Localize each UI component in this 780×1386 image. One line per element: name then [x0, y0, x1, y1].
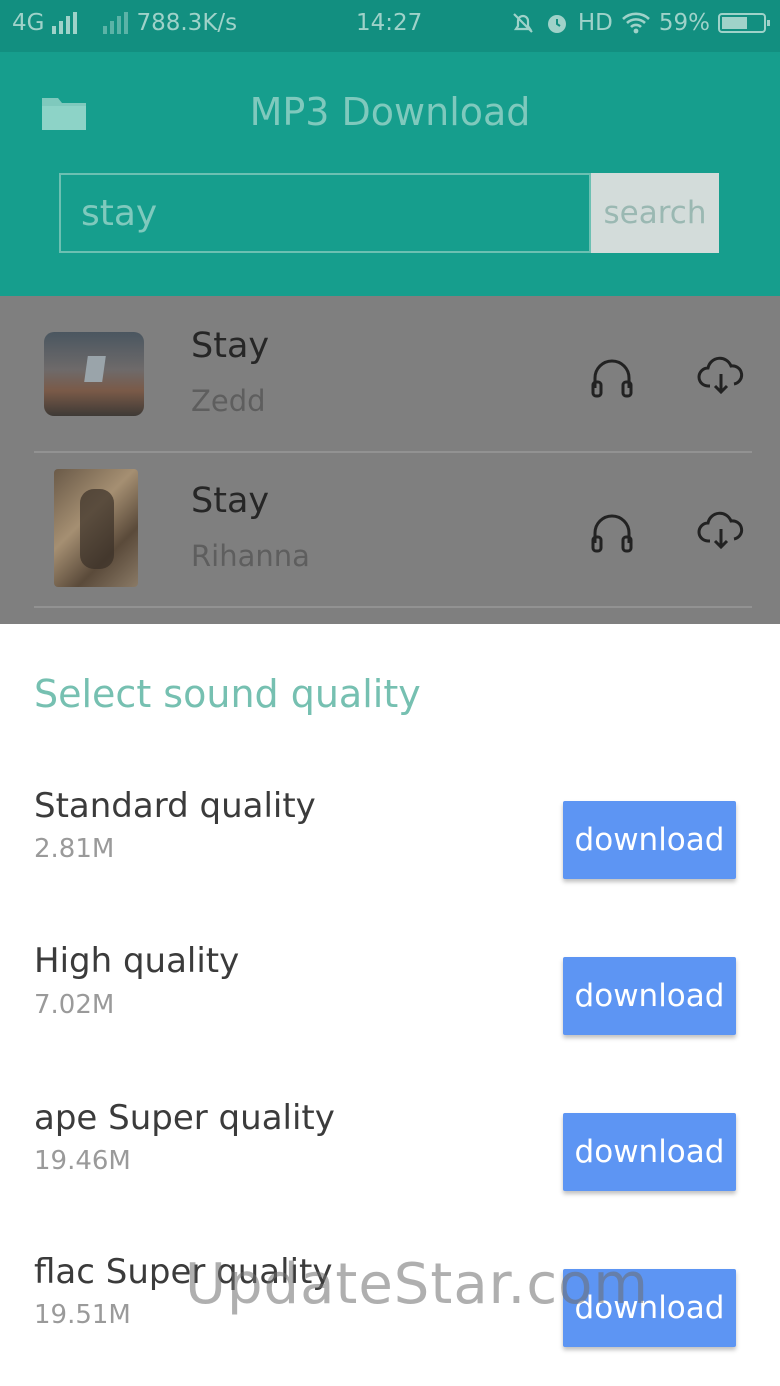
signal-icon-secondary	[103, 12, 129, 34]
silent-alarm-icon	[513, 13, 533, 33]
song-title: Stay	[191, 481, 270, 521]
watermark: UpdateStar.com	[185, 1252, 649, 1317]
search-input[interactable]	[61, 175, 589, 251]
cloud-download-icon[interactable]	[696, 350, 746, 400]
download-button-high[interactable]: download	[563, 957, 736, 1035]
network-speed: 788.3K/s	[136, 10, 238, 36]
song-artist: Rihanna	[191, 539, 310, 573]
list-item[interactable]: Stay Zedd	[34, 296, 752, 453]
wifi-icon	[621, 12, 650, 34]
headphones-icon[interactable]	[587, 507, 637, 557]
song-title: Stay	[191, 326, 270, 366]
album-art	[54, 469, 138, 587]
clock: 14:27	[356, 10, 423, 36]
alarm-icon	[547, 15, 566, 33]
network-type: 4G	[12, 10, 45, 36]
search-field[interactable]	[59, 173, 591, 253]
download-button-standard[interactable]: download	[563, 801, 736, 879]
sheet-title: Select sound quality	[34, 672, 421, 716]
quality-name: Standard quality	[34, 786, 316, 826]
album-art	[44, 332, 144, 416]
cloud-download-icon[interactable]	[696, 505, 746, 555]
battery-percent: 59%	[658, 10, 710, 36]
song-artist: Zedd	[191, 384, 266, 418]
search-button[interactable]: search	[591, 173, 719, 253]
quality-name: ape Super quality	[34, 1098, 335, 1138]
quality-size: 7.02M	[34, 990, 115, 1020]
app-header: MP3 Download search	[0, 52, 780, 296]
app-title: MP3 Download	[249, 90, 531, 134]
signal-icon	[52, 12, 78, 34]
quality-size: 19.51M	[34, 1300, 131, 1330]
quality-name: High quality	[34, 941, 240, 981]
download-button-ape[interactable]: download	[563, 1113, 736, 1191]
status-bar: 4G 788.3K/s 14:27 HD 59%	[0, 0, 780, 52]
quality-size: 2.81M	[34, 834, 115, 864]
headphones-icon[interactable]	[587, 352, 637, 402]
battery-icon	[718, 13, 770, 33]
list-item[interactable]: Stay Rihanna	[34, 451, 752, 608]
hd-indicator: HD	[577, 10, 613, 36]
results-list: Stay Zedd Stay Rihanna	[0, 296, 780, 624]
quality-size: 19.46M	[34, 1146, 131, 1176]
